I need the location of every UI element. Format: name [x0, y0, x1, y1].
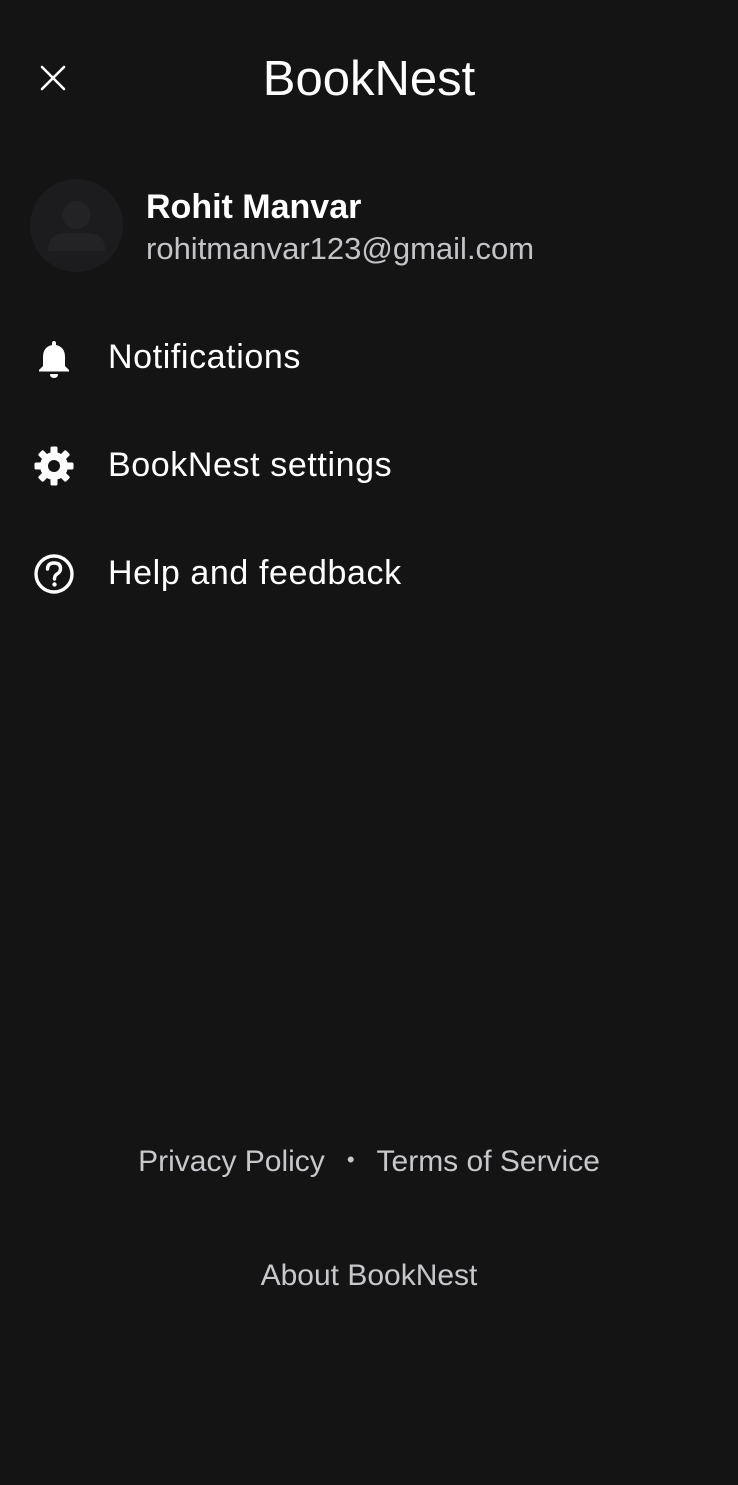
default-avatar-icon — [48, 201, 105, 251]
menu-item-help-feedback[interactable]: Help and feedback — [0, 528, 738, 618]
menu-item-label: Help and feedback — [108, 554, 402, 592]
account-email: rohitmanvar123@gmail.com — [146, 231, 535, 266]
help-circle-icon — [34, 554, 74, 594]
about-link[interactable]: About BookNest — [0, 1256, 738, 1296]
bell-icon — [39, 341, 69, 378]
account-name: Rohit Manvar — [146, 188, 362, 226]
link-separator: • — [346, 1147, 355, 1173]
menu-item-label: Notifications — [108, 338, 301, 376]
footer-links: Privacy Policy • Terms of Service — [0, 1142, 738, 1183]
terms-of-service-link[interactable]: Terms of Service — [377, 1145, 600, 1178]
account-card[interactable]: Rohit Manvar rohitmanvar123@gmail.com — [30, 178, 710, 272]
app-title: BookNest — [262, 52, 476, 106]
menu-item-label: BookNest settings — [108, 446, 393, 484]
menu-item-settings[interactable]: BookNest settings — [0, 420, 738, 510]
privacy-policy-link[interactable]: Privacy Policy — [138, 1145, 325, 1178]
gear-icon — [34, 446, 74, 486]
menu-item-notifications[interactable]: Notifications — [0, 312, 738, 402]
avatar — [30, 179, 123, 272]
